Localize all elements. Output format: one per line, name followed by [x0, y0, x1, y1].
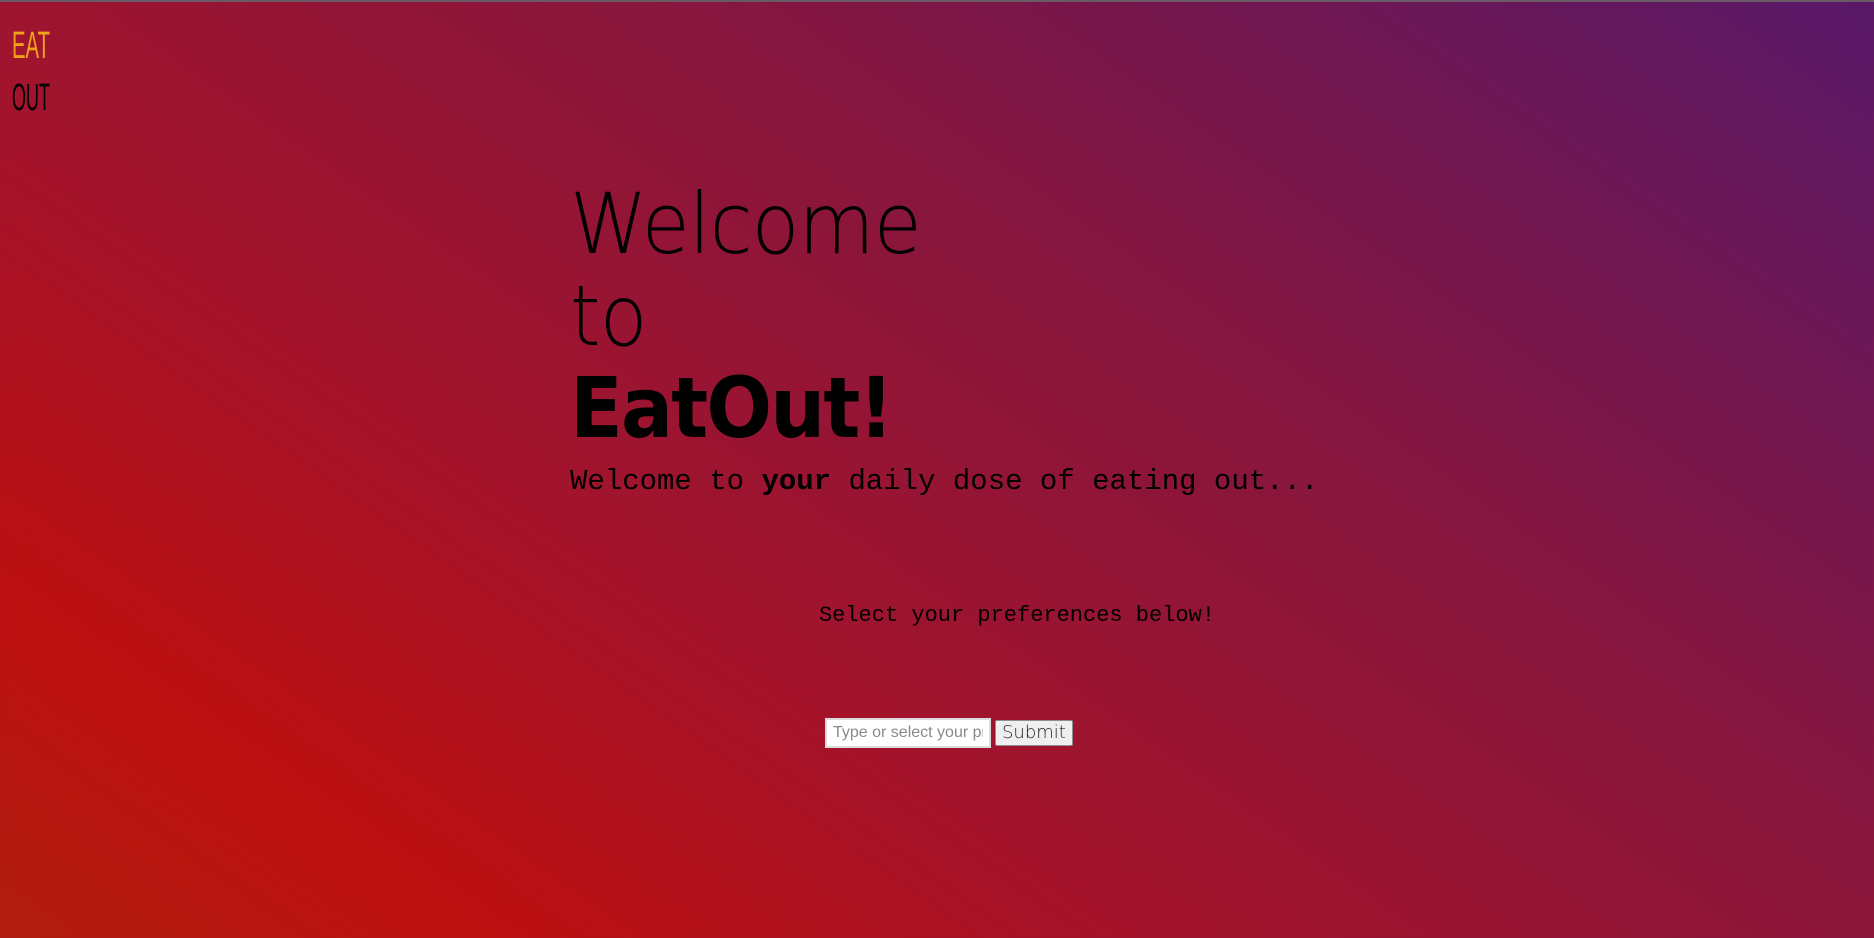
- subtitle-emphasis: your: [761, 465, 832, 498]
- logo-eat-text: EAT: [12, 25, 50, 67]
- hero-heading: Welcome to EatOut!: [570, 178, 947, 454]
- subtitle-suffix: daily dose of eating out...: [831, 465, 1319, 498]
- hero-brand-name: EatOut!: [570, 359, 894, 457]
- submit-button[interactable]: Submit: [995, 720, 1073, 746]
- hero-welcome: Welcome: [570, 175, 922, 273]
- preferences-form: Submit: [825, 718, 1073, 748]
- hero-to: to: [570, 267, 647, 365]
- preferences-prompt: Select your preferences below!: [818, 603, 1216, 628]
- eatout-logo[interactable]: EAT OUT: [10, 10, 54, 116]
- top-border: [0, 0, 1874, 2]
- subtitle-prefix: Welcome to: [570, 465, 762, 498]
- logo-out-text: OUT: [12, 77, 50, 116]
- preferences-input[interactable]: [825, 718, 991, 748]
- subtitle: Welcome to your daily dose of eating out…: [570, 465, 1318, 498]
